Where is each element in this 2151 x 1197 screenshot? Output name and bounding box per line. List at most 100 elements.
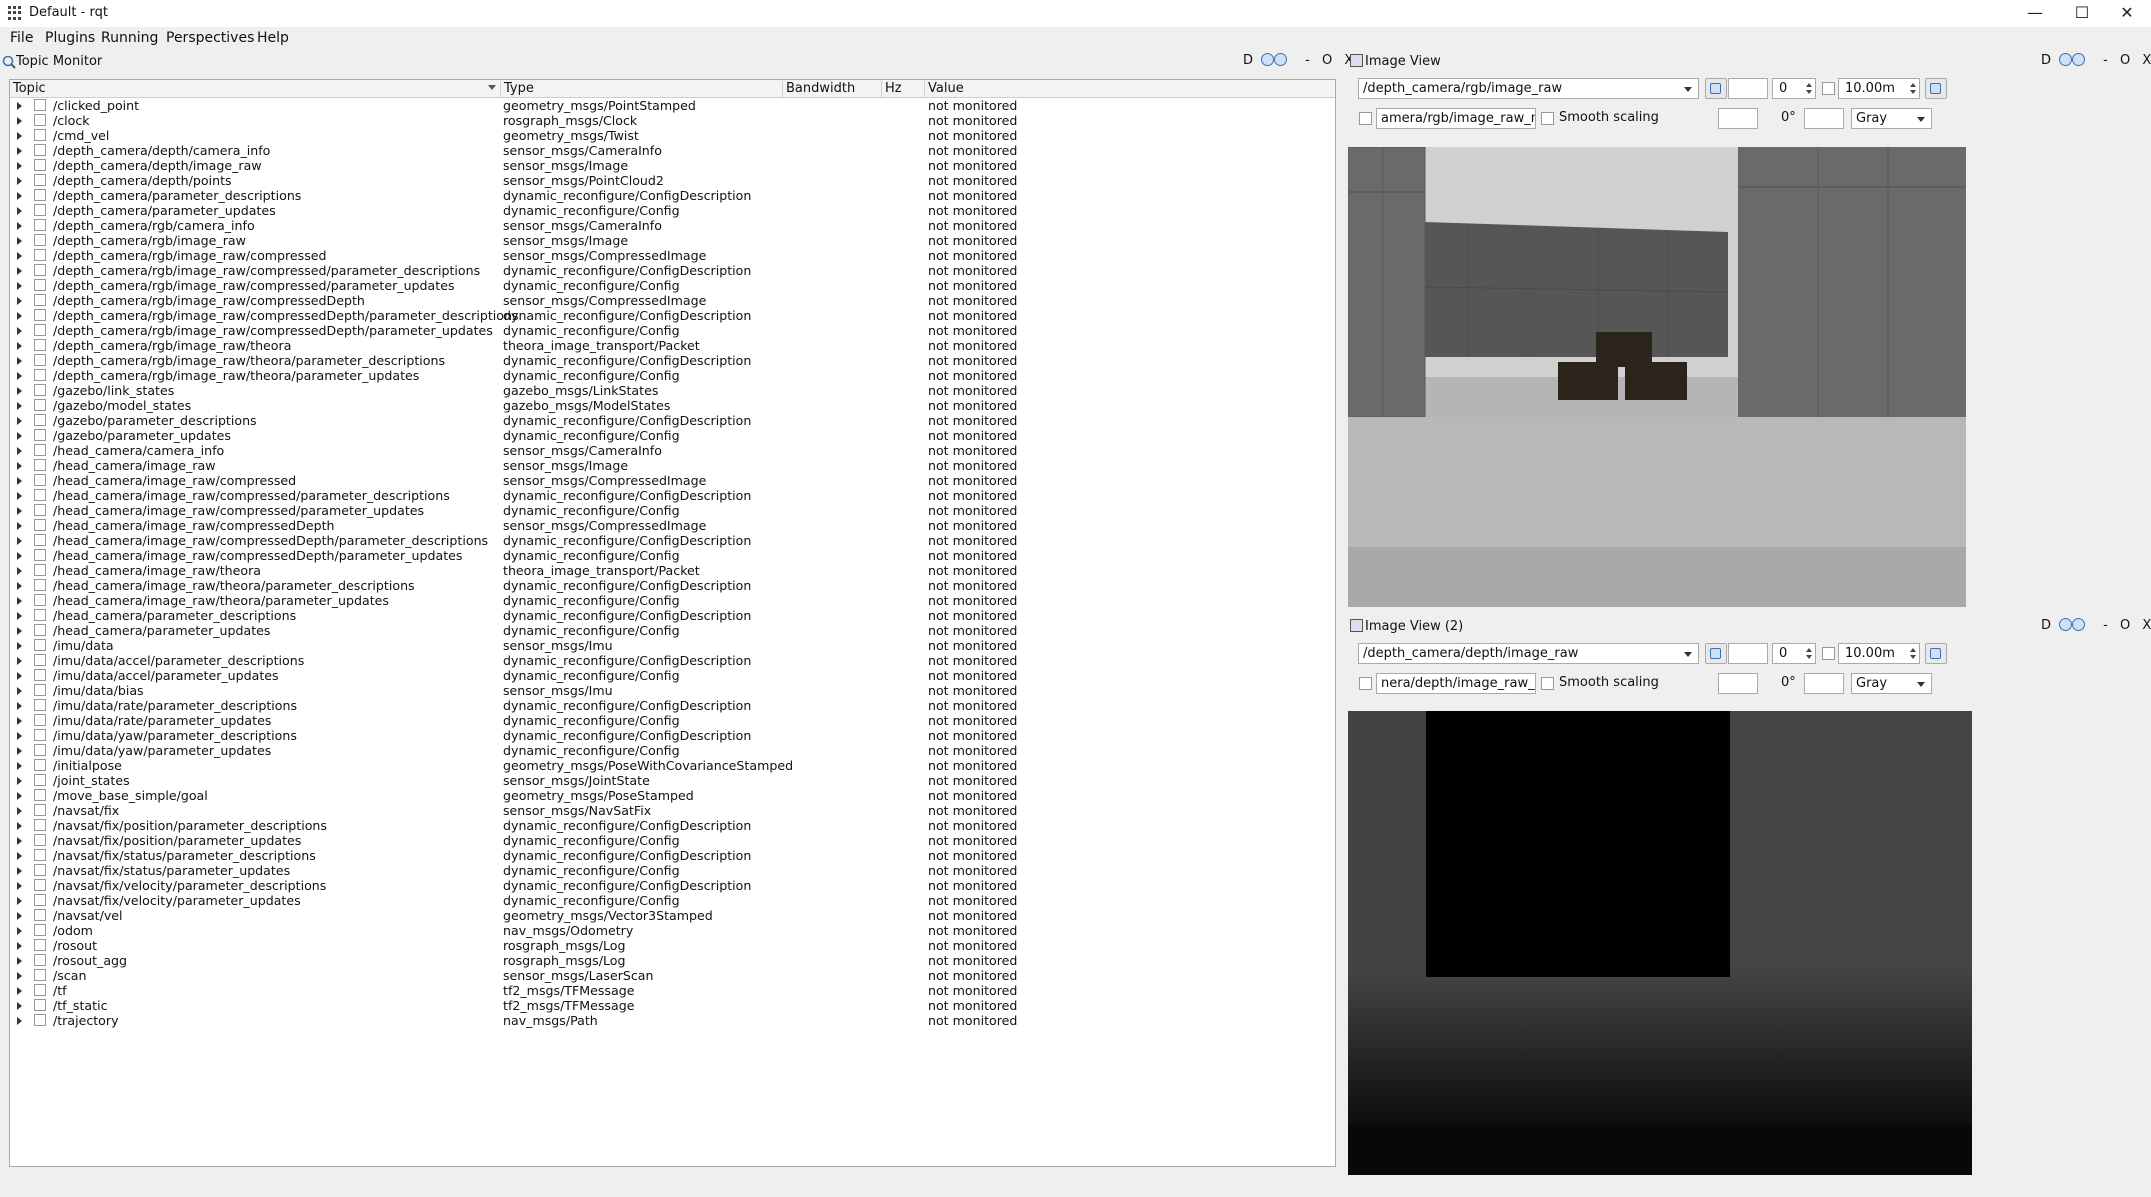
monitor-checkbox[interactable] bbox=[34, 564, 46, 576]
table-row[interactable]: /joint_states sensor_msgs/JointState not m… bbox=[10, 773, 1335, 788]
expand-arrow-icon[interactable] bbox=[17, 597, 22, 605]
monitor-checkbox[interactable] bbox=[34, 279, 46, 291]
column-header-bandwidth[interactable]: Bandwidth bbox=[783, 81, 882, 97]
monitor-checkbox[interactable] bbox=[34, 969, 46, 981]
smooth-scaling-checkbox[interactable] bbox=[1541, 677, 1554, 690]
reload-icon[interactable] bbox=[2059, 618, 2073, 631]
monitor-checkbox[interactable] bbox=[34, 504, 46, 516]
monitor-checkbox[interactable] bbox=[34, 759, 46, 771]
monitor-checkbox[interactable] bbox=[34, 624, 46, 636]
table-row[interactable]: /depth_camera/rgb/image_raw/compressed se… bbox=[10, 248, 1335, 263]
monitor-checkbox[interactable] bbox=[34, 204, 46, 216]
monitor-checkbox[interactable] bbox=[34, 789, 46, 801]
monitor-checkbox[interactable] bbox=[34, 654, 46, 666]
smooth-scaling-checkbox[interactable] bbox=[1541, 112, 1554, 125]
monitor-checkbox[interactable] bbox=[34, 999, 46, 1011]
column-header-type[interactable]: Type bbox=[501, 81, 783, 97]
column-header-hz[interactable]: Hz bbox=[882, 81, 925, 97]
table-row[interactable]: /head_camera/image_raw/compressed/parame… bbox=[10, 488, 1335, 503]
expand-arrow-icon[interactable] bbox=[17, 507, 22, 515]
expand-arrow-icon[interactable] bbox=[17, 267, 22, 275]
expand-arrow-icon[interactable] bbox=[17, 207, 22, 215]
table-row[interactable]: /clicked_point geometry_msgs/PointStamped… bbox=[10, 98, 1335, 113]
expand-arrow-icon[interactable] bbox=[17, 147, 22, 155]
max-depth-checkbox[interactable] bbox=[1822, 647, 1835, 660]
expand-arrow-icon[interactable] bbox=[17, 837, 22, 845]
monitor-checkbox[interactable] bbox=[34, 429, 46, 441]
help-icon[interactable] bbox=[2072, 618, 2086, 631]
expand-arrow-icon[interactable] bbox=[17, 942, 22, 950]
menu-running[interactable]: Running bbox=[101, 30, 158, 46]
table-row[interactable]: /head_camera/parameter_updates dynamic_re… bbox=[10, 623, 1335, 638]
reload-icon[interactable] bbox=[1261, 53, 1275, 66]
monitor-checkbox[interactable] bbox=[34, 894, 46, 906]
expand-arrow-icon[interactable] bbox=[17, 897, 22, 905]
expand-arrow-icon[interactable] bbox=[17, 537, 22, 545]
monitor-checkbox[interactable] bbox=[34, 669, 46, 681]
monitor-checkbox[interactable] bbox=[34, 189, 46, 201]
depth-blank-field[interactable] bbox=[1728, 78, 1768, 99]
spin-up-icon[interactable] bbox=[1806, 648, 1812, 652]
image-topic-combo[interactable]: /depth_camera/rgb/image_raw bbox=[1358, 78, 1699, 99]
monitor-checkbox[interactable] bbox=[34, 939, 46, 951]
rotate-left-button[interactable] bbox=[1718, 673, 1758, 694]
expand-arrow-icon[interactable] bbox=[17, 492, 22, 500]
refresh-topics-button[interactable] bbox=[1705, 78, 1727, 99]
topic-table[interactable]: Topic Type Bandwidth Hz Value /clicked_p… bbox=[9, 79, 1336, 1167]
table-row[interactable]: /imu/data/rate/parameter_descriptions dyn… bbox=[10, 698, 1335, 713]
spin-down-icon[interactable] bbox=[1806, 655, 1812, 659]
expand-arrow-icon[interactable] bbox=[17, 927, 22, 935]
depth-camera-image[interactable] bbox=[1348, 711, 1972, 1175]
table-row[interactable]: /depth_camera/rgb/image_raw sensor_msgs/I… bbox=[10, 233, 1335, 248]
expand-arrow-icon[interactable] bbox=[17, 867, 22, 875]
expand-arrow-icon[interactable] bbox=[17, 957, 22, 965]
monitor-checkbox[interactable] bbox=[34, 879, 46, 891]
monitor-checkbox[interactable] bbox=[34, 864, 46, 876]
monitor-checkbox[interactable] bbox=[34, 804, 46, 816]
table-row[interactable]: /navsat/fix/status/parameter_description… bbox=[10, 848, 1335, 863]
column-header-topic[interactable]: Topic bbox=[10, 81, 501, 97]
expand-arrow-icon[interactable] bbox=[17, 282, 22, 290]
menu-help[interactable]: Help bbox=[257, 30, 289, 46]
monitor-checkbox[interactable] bbox=[34, 534, 46, 546]
expand-arrow-icon[interactable] bbox=[17, 222, 22, 230]
min-value-spinbox[interactable]: 0 bbox=[1772, 643, 1816, 664]
expand-arrow-icon[interactable] bbox=[17, 462, 22, 470]
table-row[interactable]: /depth_camera/depth/image_raw sensor_msgs… bbox=[10, 158, 1335, 173]
monitor-checkbox[interactable] bbox=[34, 849, 46, 861]
rotate-right-button[interactable] bbox=[1804, 673, 1844, 694]
max-value-spinbox[interactable]: 10.00m bbox=[1838, 78, 1920, 99]
monitor-checkbox[interactable] bbox=[34, 114, 46, 126]
minimize-button[interactable]: — bbox=[2015, 2, 2055, 24]
publish-click-checkbox[interactable] bbox=[1359, 677, 1372, 690]
expand-arrow-icon[interactable] bbox=[17, 567, 22, 575]
monitor-checkbox[interactable] bbox=[34, 444, 46, 456]
table-row[interactable]: /navsat/fix sensor_msgs/NavSatFix not moni… bbox=[10, 803, 1335, 818]
reload-icon[interactable] bbox=[2059, 53, 2073, 66]
table-row[interactable]: /gazebo/parameter_updates dynamic_reconfi… bbox=[10, 428, 1335, 443]
monitor-checkbox[interactable] bbox=[34, 339, 46, 351]
expand-arrow-icon[interactable] bbox=[17, 792, 22, 800]
table-row[interactable]: /navsat/fix/position/parameter_updates dy… bbox=[10, 833, 1335, 848]
monitor-checkbox[interactable] bbox=[34, 129, 46, 141]
monitor-checkbox[interactable] bbox=[34, 579, 46, 591]
table-row[interactable]: /navsat/vel geometry_msgs/Vector3Stamped n… bbox=[10, 908, 1335, 923]
table-row[interactable]: /head_camera/parameter_descriptions dynam… bbox=[10, 608, 1335, 623]
monitor-checkbox[interactable] bbox=[34, 984, 46, 996]
dock-minimize-button[interactable]: - bbox=[2103, 53, 2108, 68]
monitor-checkbox[interactable] bbox=[34, 99, 46, 111]
monitor-checkbox[interactable] bbox=[34, 954, 46, 966]
monitor-checkbox[interactable] bbox=[34, 639, 46, 651]
expand-arrow-icon[interactable] bbox=[17, 297, 22, 305]
column-header-value[interactable]: Value bbox=[925, 81, 1335, 97]
monitor-checkbox[interactable] bbox=[34, 234, 46, 246]
dock-float-button[interactable]: O bbox=[2120, 53, 2130, 68]
close-window-button[interactable]: ✕ bbox=[2107, 2, 2147, 24]
expand-arrow-icon[interactable] bbox=[17, 642, 22, 650]
table-row[interactable]: /depth_camera/rgb/image_raw/theora theora… bbox=[10, 338, 1335, 353]
table-row[interactable]: /head_camera/image_raw/theora theora_imag… bbox=[10, 563, 1335, 578]
table-row[interactable]: /tf tf2_msgs/TFMessage not monitored bbox=[10, 983, 1335, 998]
table-row[interactable]: /rosout rosgraph_msgs/Log not monitored bbox=[10, 938, 1335, 953]
monitor-checkbox[interactable] bbox=[34, 144, 46, 156]
table-row[interactable]: /rosout_agg rosgraph_msgs/Log not monitore… bbox=[10, 953, 1335, 968]
